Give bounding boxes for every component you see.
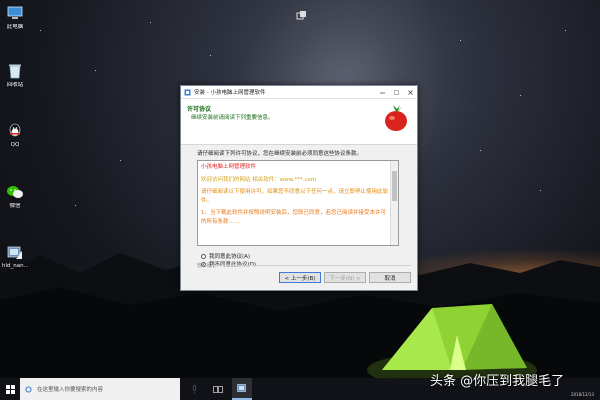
wizard-page-title: 许可协议 bbox=[187, 106, 212, 113]
star bbox=[120, 160, 121, 161]
star bbox=[210, 55, 211, 56]
taskbar-installer-app[interactable] bbox=[232, 378, 252, 400]
task-view-icon bbox=[213, 385, 223, 393]
license-text-box[interactable]: 小孩电脑上网管理软件 欢迎访问我们的网站 相关软件：www.***.com 请仔… bbox=[197, 160, 399, 246]
license-paragraph: 欢迎访问我们的网站 相关软件：www.***.com bbox=[201, 176, 317, 183]
task-view-button[interactable] bbox=[208, 378, 228, 400]
license-scrollbar[interactable] bbox=[390, 161, 398, 245]
installer-icon bbox=[6, 243, 24, 261]
installer-icon bbox=[237, 384, 246, 392]
mic-button[interactable] bbox=[184, 378, 204, 400]
wizard-buttons: < 上一步(B) 下一步(N) > 取消 bbox=[279, 272, 411, 283]
license-paragraph: 1、当下载此软件并按照说明安装后，您即已同意，若您已阅读并接受本许可的所有条款…… bbox=[201, 210, 387, 225]
close-button[interactable] bbox=[403, 86, 417, 98]
desktop-icon-label: 回收站 bbox=[6, 82, 24, 88]
license-title: 小孩电脑上网管理软件 bbox=[201, 164, 257, 170]
watermark-text: 头条 @你压到我腿毛了 bbox=[430, 374, 565, 389]
cancel-button[interactable]: 取消 bbox=[369, 272, 411, 283]
scrollbar-thumb[interactable] bbox=[392, 171, 397, 201]
desktop-icon-computer[interactable]: 此电脑 bbox=[2, 4, 28, 31]
desktop-icon-wechat[interactable]: 微信 bbox=[2, 183, 28, 210]
star bbox=[480, 150, 481, 151]
window-switch-icon[interactable] bbox=[296, 10, 307, 21]
decline-radio-option[interactable]: 我不同意此协议(D) bbox=[201, 260, 417, 268]
desktop-icon-qq[interactable]: QQ bbox=[2, 122, 28, 149]
desktop-icon-label: 微信 bbox=[9, 203, 21, 209]
star bbox=[540, 190, 541, 191]
accept-radio[interactable] bbox=[201, 253, 206, 259]
desktop-icon-label: hld_nan... bbox=[2, 263, 28, 269]
maximize-button[interactable] bbox=[389, 86, 403, 98]
license-paragraph: 请仔细阅读以下使用许可，如果您不同意以下任何一点，请立即停止使用此软件。 bbox=[201, 189, 389, 204]
installer-window: 安装 - 小孩电脑上网管理软件 许可协议 继续安装前请阅读下列重要信息。 请仔细… bbox=[180, 85, 418, 291]
desktop-icon-label: QQ bbox=[10, 142, 20, 148]
maximize-icon bbox=[393, 89, 399, 95]
minimize-button[interactable] bbox=[375, 86, 389, 98]
desktop-icon-recycle-bin[interactable]: 回收站 bbox=[2, 62, 28, 89]
desktop-icon-installer[interactable]: hld_nan... bbox=[2, 243, 28, 270]
recycle-bin-icon bbox=[6, 62, 24, 80]
back-button[interactable]: < 上一步(B) bbox=[279, 272, 321, 283]
desktop-icon-label: 此电脑 bbox=[6, 24, 24, 30]
minimize-icon bbox=[379, 92, 385, 93]
windows-logo-icon bbox=[5, 384, 15, 394]
next-button[interactable]: 下一步(N) > bbox=[324, 272, 366, 283]
taskbar-search-box[interactable]: 在这里输入你要搜索的内容 bbox=[20, 378, 180, 400]
computer-icon bbox=[6, 4, 24, 22]
wizard-header: 许可协议 继续安装前请阅读下列重要信息。 bbox=[181, 99, 417, 145]
app-icon bbox=[184, 89, 191, 95]
window-title: 安装 - 小孩电脑上网管理软件 bbox=[194, 90, 266, 96]
star bbox=[565, 30, 566, 31]
star bbox=[150, 22, 151, 23]
wechat-icon bbox=[6, 183, 24, 201]
footer-divider bbox=[211, 265, 411, 266]
qq-icon bbox=[6, 122, 24, 140]
license-intro-text: 请仔细阅读下列许可协议，您在继续安装前必须同意这些协议条款。 bbox=[197, 151, 363, 157]
accept-radio-option[interactable]: 我同意此协议(A) bbox=[201, 252, 417, 260]
search-placeholder: 在这里输入你要搜索的内容 bbox=[37, 387, 104, 393]
star bbox=[95, 70, 96, 71]
start-button[interactable] bbox=[0, 378, 20, 400]
taskbar-clock: 2018/12/13 bbox=[570, 392, 594, 397]
wizard-page-subtitle: 继续安装前请阅读下列重要信息。 bbox=[191, 115, 274, 121]
star bbox=[520, 95, 521, 96]
cortana-circle-icon bbox=[25, 385, 32, 393]
microphone-icon bbox=[192, 384, 196, 393]
tomato-logo-icon bbox=[385, 105, 407, 131]
close-icon bbox=[407, 89, 413, 95]
title-bar[interactable]: 安装 - 小孩电脑上网管理软件 bbox=[181, 86, 417, 99]
accept-radio-label: 我同意此协议(A) bbox=[209, 254, 251, 260]
star bbox=[460, 40, 461, 41]
star bbox=[40, 30, 41, 31]
star bbox=[75, 205, 76, 206]
